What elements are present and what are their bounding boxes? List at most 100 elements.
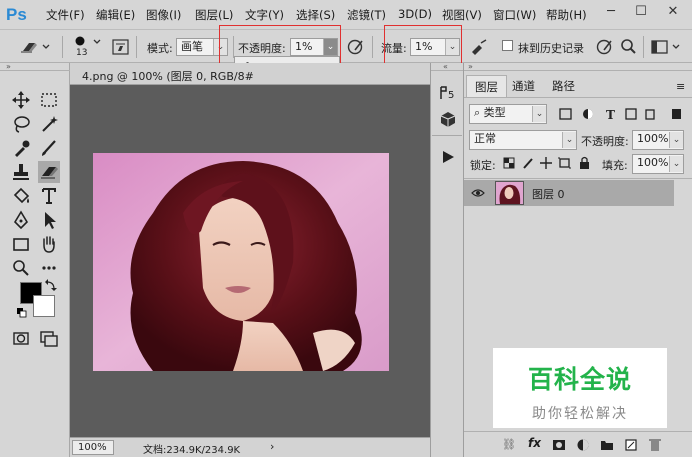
search-icon (621, 39, 636, 54)
layer-name[interactable]: 图层 0 (532, 186, 565, 202)
close-button[interactable]: ✕ (660, 3, 686, 21)
panel-menu-icon[interactable]: ≡ (676, 80, 685, 93)
menu-filter[interactable]: 滤镜(T) (347, 7, 386, 23)
brush-size-label: 13 (76, 48, 88, 58)
history-panel-button[interactable]: 5 (437, 83, 459, 103)
quick-mask-icon (13, 332, 29, 345)
document-tab[interactable]: 4.png @ 100% (图层 0, RGB/8# (70, 63, 430, 85)
visibility-toggle[interactable] (471, 187, 485, 199)
lock-label: 锁定: (470, 159, 496, 172)
actions-panel-button[interactable] (437, 147, 459, 167)
trash-icon[interactable] (648, 437, 662, 452)
watermark-badge: 百科全说 助你轻松解决 (493, 348, 667, 428)
magic-wand-icon (42, 116, 58, 132)
menu-image[interactable]: 图像(I) (146, 7, 181, 23)
paint-bucket-icon (13, 187, 30, 204)
shape-tool[interactable] (10, 233, 32, 255)
brush-panel-icon (112, 39, 129, 55)
3d-panel-button[interactable] (437, 109, 459, 129)
tab-layers[interactable]: 图层 (466, 75, 507, 97)
layer-opacity-field[interactable]: 100% ⌄ (632, 130, 684, 150)
cube-icon (440, 112, 456, 127)
layer-thumbnail-image (496, 182, 523, 204)
new-layer-icon[interactable] (624, 438, 638, 452)
fx-icon[interactable]: fx (528, 436, 541, 450)
panel-collapse-toggle[interactable]: » (464, 63, 692, 71)
menu-file[interactable]: 文件(F) (46, 7, 85, 23)
zoom-tool[interactable] (10, 257, 32, 279)
pen-tool[interactable] (10, 209, 32, 231)
folder-icon[interactable] (600, 438, 614, 452)
menu-help[interactable]: 帮助(H) (546, 7, 587, 23)
tab-paths[interactable]: 路径 (544, 75, 583, 97)
menu-view[interactable]: 视图(V) (442, 7, 482, 23)
pressure-opacity-toggle[interactable] (346, 37, 366, 57)
type-tool[interactable] (38, 185, 60, 207)
move-icon (12, 91, 30, 109)
brush-icon (42, 140, 56, 156)
photoshop-logo: Ps (6, 5, 27, 24)
lasso-tool[interactable] (10, 113, 32, 135)
swap-colors-button[interactable] (45, 279, 57, 291)
hand-tool[interactable] (38, 233, 60, 255)
pen-icon (13, 210, 29, 230)
magic-wand-tool[interactable] (38, 113, 60, 135)
link-layers-icon[interactable]: ⛓ (502, 438, 516, 451)
tools-panel: » (0, 63, 70, 457)
menu-layer[interactable]: 图层(L) (195, 7, 233, 23)
screen-mode-button[interactable] (38, 327, 60, 349)
ellipsis-icon (42, 266, 56, 270)
default-colors-button[interactable] (17, 308, 27, 318)
workspace-switcher[interactable] (650, 37, 684, 57)
airbrush-toggle[interactable] (469, 37, 489, 57)
more-tools[interactable] (38, 257, 60, 279)
blend-mode-value: 正常 (474, 132, 496, 145)
layer-row[interactable]: 图层 0 (464, 180, 674, 206)
tool-preset-picker[interactable] (18, 38, 52, 56)
brush-panel-toggle[interactable] (111, 37, 131, 57)
lock-buttons[interactable] (502, 155, 592, 171)
menu-type[interactable]: 文字(Y) (245, 7, 284, 23)
lasso-icon (14, 116, 30, 133)
menu-3d[interactable]: 3D(D) (398, 7, 432, 21)
eraser-tool[interactable] (38, 161, 60, 183)
layer-fill-field[interactable]: 100% ⌄ (632, 154, 684, 174)
menu-select[interactable]: 选择(S) (296, 7, 335, 23)
menu-window[interactable]: 窗口(W) (493, 7, 536, 23)
hand-icon (43, 236, 55, 253)
layer-mask-icon[interactable] (552, 438, 566, 452)
status-bar: 100% 文档:234.9K/234.9K › (70, 437, 430, 457)
filter-type-icons: T (559, 108, 681, 122)
tab-channels[interactable]: 通道 (504, 75, 543, 97)
status-menu-arrow-icon[interactable]: › (270, 440, 274, 453)
crop-tool[interactable] (10, 137, 32, 159)
erase-history-checkbox[interactable] (502, 40, 513, 51)
adjustment-layer-icon[interactable] (576, 438, 590, 452)
zoom-field[interactable]: 100% (72, 440, 114, 455)
background-color-swatch[interactable] (33, 295, 55, 317)
filter-search-icon: ⌕ (474, 106, 484, 119)
collapse-toggle[interactable]: » (0, 63, 70, 71)
menu-edit[interactable]: 编辑(E) (96, 7, 135, 23)
blend-mode-select[interactable]: 正常 ⌄ (469, 130, 577, 150)
layer-filter-select[interactable]: ⌕ 类型 ⌄ (469, 104, 547, 124)
brush-preset-picker[interactable]: 13 (72, 34, 102, 60)
path-selection-tool[interactable] (38, 209, 60, 231)
dock-collapse-toggle[interactable]: « (431, 63, 463, 71)
stamp-tool[interactable] (10, 161, 32, 183)
restore-button[interactable]: ☐ (628, 3, 654, 21)
options-bar: 13 模式: 画笔 ⌄ 不透明度: 1% ⌄ 流量: 1% ⌄ 抹到历史记录 (0, 30, 692, 63)
brush-tool[interactable] (38, 137, 60, 159)
search-button[interactable] (618, 37, 638, 57)
eye-icon (471, 189, 485, 197)
move-tool[interactable] (10, 89, 32, 111)
paint-bucket-tool[interactable] (10, 185, 32, 207)
workspace-icon (651, 40, 680, 54)
chevron-down-icon: ⌄ (562, 132, 576, 148)
minimize-button[interactable]: ─ (598, 3, 624, 21)
marquee-tool[interactable] (38, 89, 60, 111)
type-icon (42, 188, 56, 204)
quick-mask-button[interactable] (10, 327, 32, 349)
arrow-select-icon (45, 212, 56, 229)
pressure-size-toggle[interactable] (595, 37, 615, 57)
